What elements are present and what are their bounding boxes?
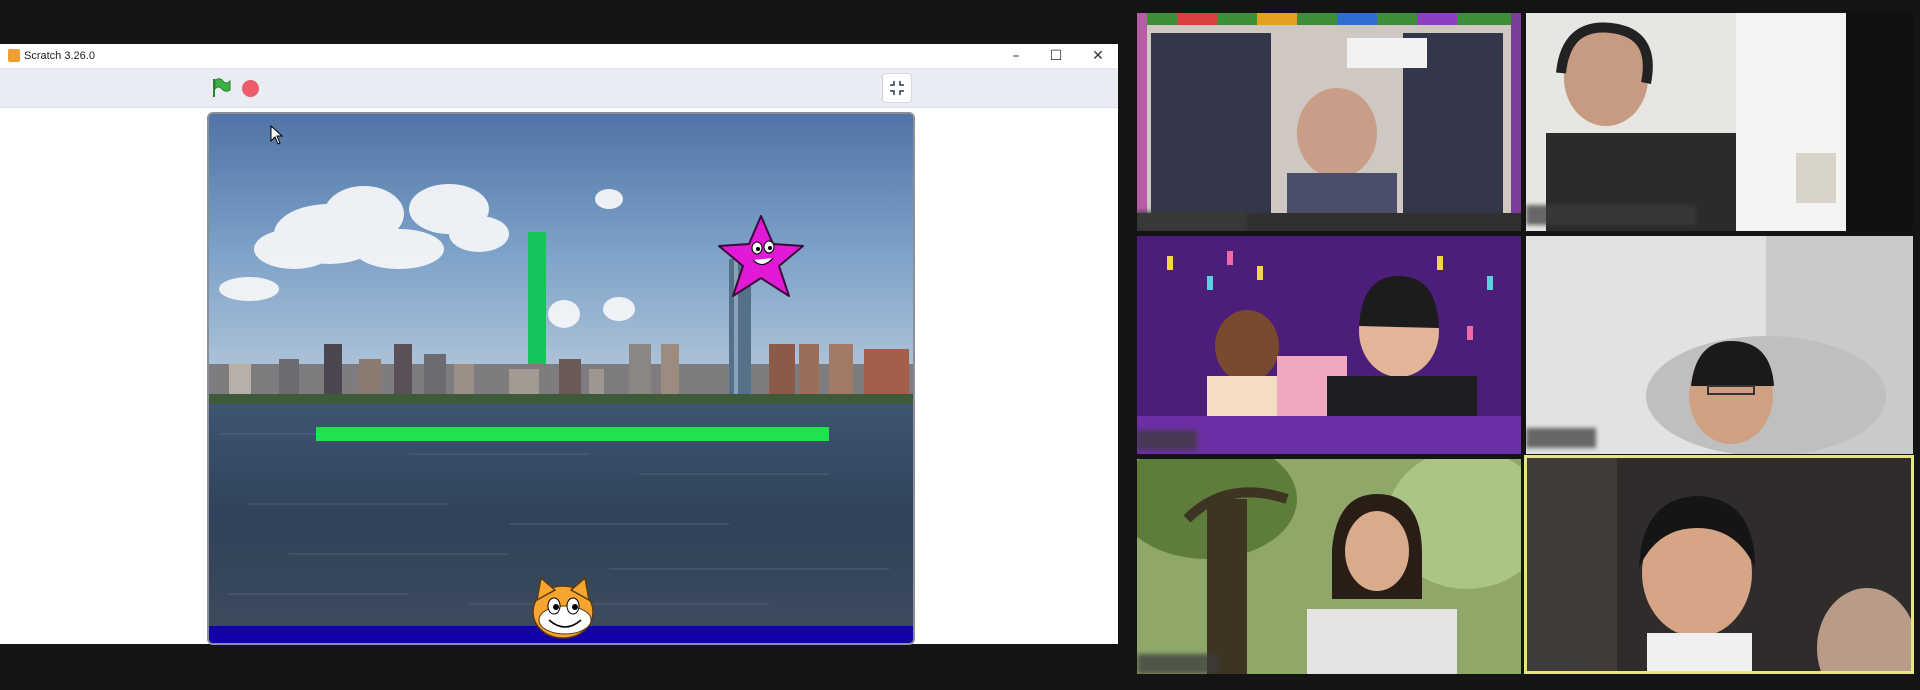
- stage-toolbar: [0, 69, 1118, 108]
- window-title: Scratch 3.26.0: [24, 50, 95, 62]
- scratch-app-icon: [8, 49, 20, 62]
- participant-video-2[interactable]: [1526, 13, 1913, 231]
- active-speaker-highlight: [1524, 455, 1914, 674]
- close-button[interactable]: ✕: [1078, 44, 1118, 68]
- participant-video-1[interactable]: [1137, 13, 1521, 231]
- scratch-stage[interactable]: [207, 112, 915, 645]
- green-flag-icon[interactable]: [210, 77, 232, 99]
- participant-name-tag: [1526, 428, 1596, 448]
- cat-sprite[interactable]: [532, 576, 594, 639]
- green-vertical-bar-sprite[interactable]: [528, 232, 546, 364]
- scratch-window: Scratch 3.26.0 – ☐ ✕: [0, 44, 1118, 645]
- mouse-cursor-icon: [270, 125, 284, 145]
- stop-icon[interactable]: [242, 80, 259, 97]
- participant-video-3[interactable]: [1137, 236, 1521, 454]
- green-horizontal-bar-sprite[interactable]: [316, 427, 829, 441]
- participant-name-tag: [1526, 205, 1696, 225]
- participant-video-4[interactable]: [1526, 236, 1913, 454]
- participant-name-tag: [1137, 654, 1217, 674]
- participant-video-5[interactable]: [1137, 459, 1521, 674]
- participant-name-tag: [1137, 430, 1197, 450]
- maximize-button[interactable]: ☐: [1036, 44, 1076, 68]
- minimize-button[interactable]: –: [996, 44, 1036, 68]
- shrink-icon[interactable]: [882, 73, 912, 103]
- title-bar: Scratch 3.26.0 – ☐ ✕: [0, 44, 1118, 69]
- participant-name-tag: [1137, 211, 1247, 231]
